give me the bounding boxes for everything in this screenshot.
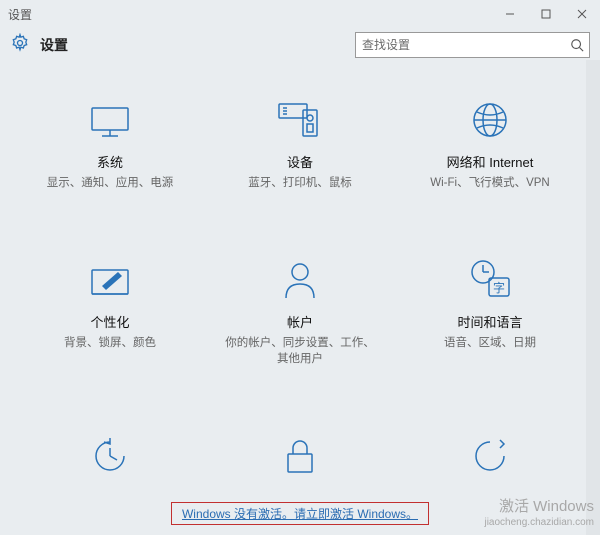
devices-icon [277, 92, 323, 140]
svg-text:字: 字 [493, 280, 505, 295]
tile-devices[interactable]: 设备 蓝牙、打印机、鼠标 [220, 92, 380, 192]
tile-subtitle: 你的帐户、同步设置、工作、其他用户 [220, 335, 380, 368]
tile-subtitle: 显示、通知、应用、电源 [47, 175, 174, 192]
watermark-line1: 激活 Windows [484, 498, 594, 517]
maximize-icon [541, 9, 551, 19]
person-icon [282, 252, 318, 300]
page-title: 设置 [40, 35, 68, 55]
window-controls [492, 0, 600, 28]
tile-personalization[interactable]: 个性化 背景、锁屏、颜色 [30, 252, 190, 368]
activation-watermark: 激活 Windows jiaocheng.chazidian.com [484, 498, 594, 529]
close-button[interactable] [564, 0, 600, 28]
display-icon [88, 92, 132, 140]
activate-windows-link[interactable]: Windows 没有激活。请立即激活 Windows。 [171, 502, 429, 525]
tile-title: 时间和语言 [457, 312, 522, 331]
header: 设置 [0, 28, 600, 62]
lock-icon [283, 428, 317, 476]
tile-title: 帐户 [287, 312, 313, 331]
tile-title: 设备 [287, 152, 313, 171]
tile-ease-of-access[interactable] [30, 428, 190, 488]
tile-privacy[interactable] [220, 428, 380, 488]
tile-subtitle: 语音、区域、日期 [444, 335, 536, 352]
update-icon [470, 428, 510, 476]
titlebar: 设置 [0, 0, 600, 28]
tile-subtitle: 蓝牙、打印机、鼠标 [248, 175, 352, 192]
settings-grid: 系统 显示、通知、应用、电源 设备 蓝牙、打印机、鼠标 [20, 92, 580, 488]
watermark-line2: jiaocheng.chazidian.com [484, 517, 594, 530]
content: 系统 显示、通知、应用、电源 设备 蓝牙、打印机、鼠标 [0, 62, 600, 488]
window-title: 设置 [8, 6, 32, 23]
time-language-icon: 字 [467, 252, 513, 300]
tile-system[interactable]: 系统 显示、通知、应用、电源 [30, 92, 190, 192]
tile-title: 网络和 Internet [447, 152, 534, 171]
close-icon [577, 9, 587, 19]
tile-network[interactable]: 网络和 Internet Wi-Fi、飞行模式、VPN [410, 92, 570, 192]
tile-time-language[interactable]: 字 时间和语言 语音、区域、日期 [410, 252, 570, 368]
maximize-button[interactable] [528, 0, 564, 28]
tile-title: 个性化 [90, 312, 129, 331]
globe-icon [470, 92, 510, 140]
search-field[interactable] [355, 32, 590, 58]
tile-title: 系统 [97, 152, 123, 171]
tile-update-security[interactable] [410, 428, 570, 488]
tile-subtitle: 背景、锁屏、颜色 [64, 335, 156, 352]
tile-subtitle: Wi-Fi、飞行模式、VPN [430, 175, 549, 192]
tile-accounts[interactable]: 帐户 你的帐户、同步设置、工作、其他用户 [220, 252, 380, 368]
search-input[interactable] [356, 33, 589, 57]
minimize-icon [505, 9, 515, 19]
search-icon[interactable] [568, 36, 586, 54]
ease-of-access-icon [90, 428, 130, 476]
personalize-icon [88, 252, 132, 300]
gear-icon [10, 33, 30, 58]
minimize-button[interactable] [492, 0, 528, 28]
